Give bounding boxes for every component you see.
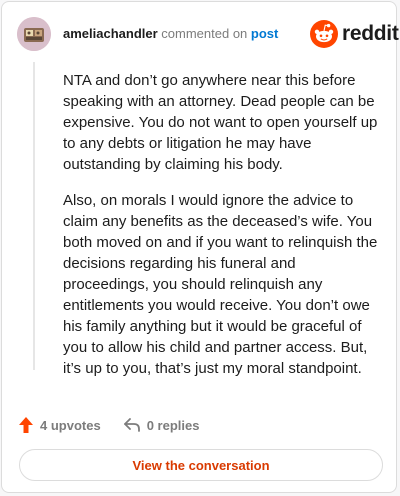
thread-line bbox=[33, 62, 35, 370]
reddit-logo[interactable]: reddit bbox=[310, 20, 399, 48]
comment-paragraph: Also, on morals I would ignore the advic… bbox=[63, 192, 378, 377]
upvote-arrow-icon bbox=[19, 417, 33, 433]
view-conversation-button[interactable]: View the conversation bbox=[19, 449, 383, 481]
comment-embed-card: ameliachandler commented on post reddit … bbox=[1, 1, 399, 493]
comment-actions: 4 upvotes 0 replies bbox=[18, 415, 199, 435]
reply-button[interactable]: 0 replies bbox=[123, 417, 200, 433]
comment-header: ameliachandler commented on post bbox=[63, 25, 278, 43]
commented-on-text: commented on bbox=[161, 26, 248, 41]
reddit-wordmark: reddit bbox=[342, 22, 399, 45]
reply-arrow-icon bbox=[123, 418, 140, 432]
avatar[interactable] bbox=[17, 17, 51, 51]
avatar-image bbox=[17, 17, 51, 51]
reply-count: 0 replies bbox=[146, 417, 200, 433]
username-link[interactable]: ameliachandler bbox=[63, 26, 158, 41]
post-link[interactable]: post bbox=[251, 26, 278, 41]
upvote-button[interactable]: 4 upvotes bbox=[18, 416, 101, 434]
upvote-count: 4 upvotes bbox=[40, 417, 101, 433]
comment-paragraph: NTA and don’t go anywhere near this befo… bbox=[63, 72, 378, 173]
comment-body: NTA and don’t go anywhere near this befo… bbox=[63, 70, 379, 394]
reddit-snoo-icon bbox=[310, 20, 338, 48]
